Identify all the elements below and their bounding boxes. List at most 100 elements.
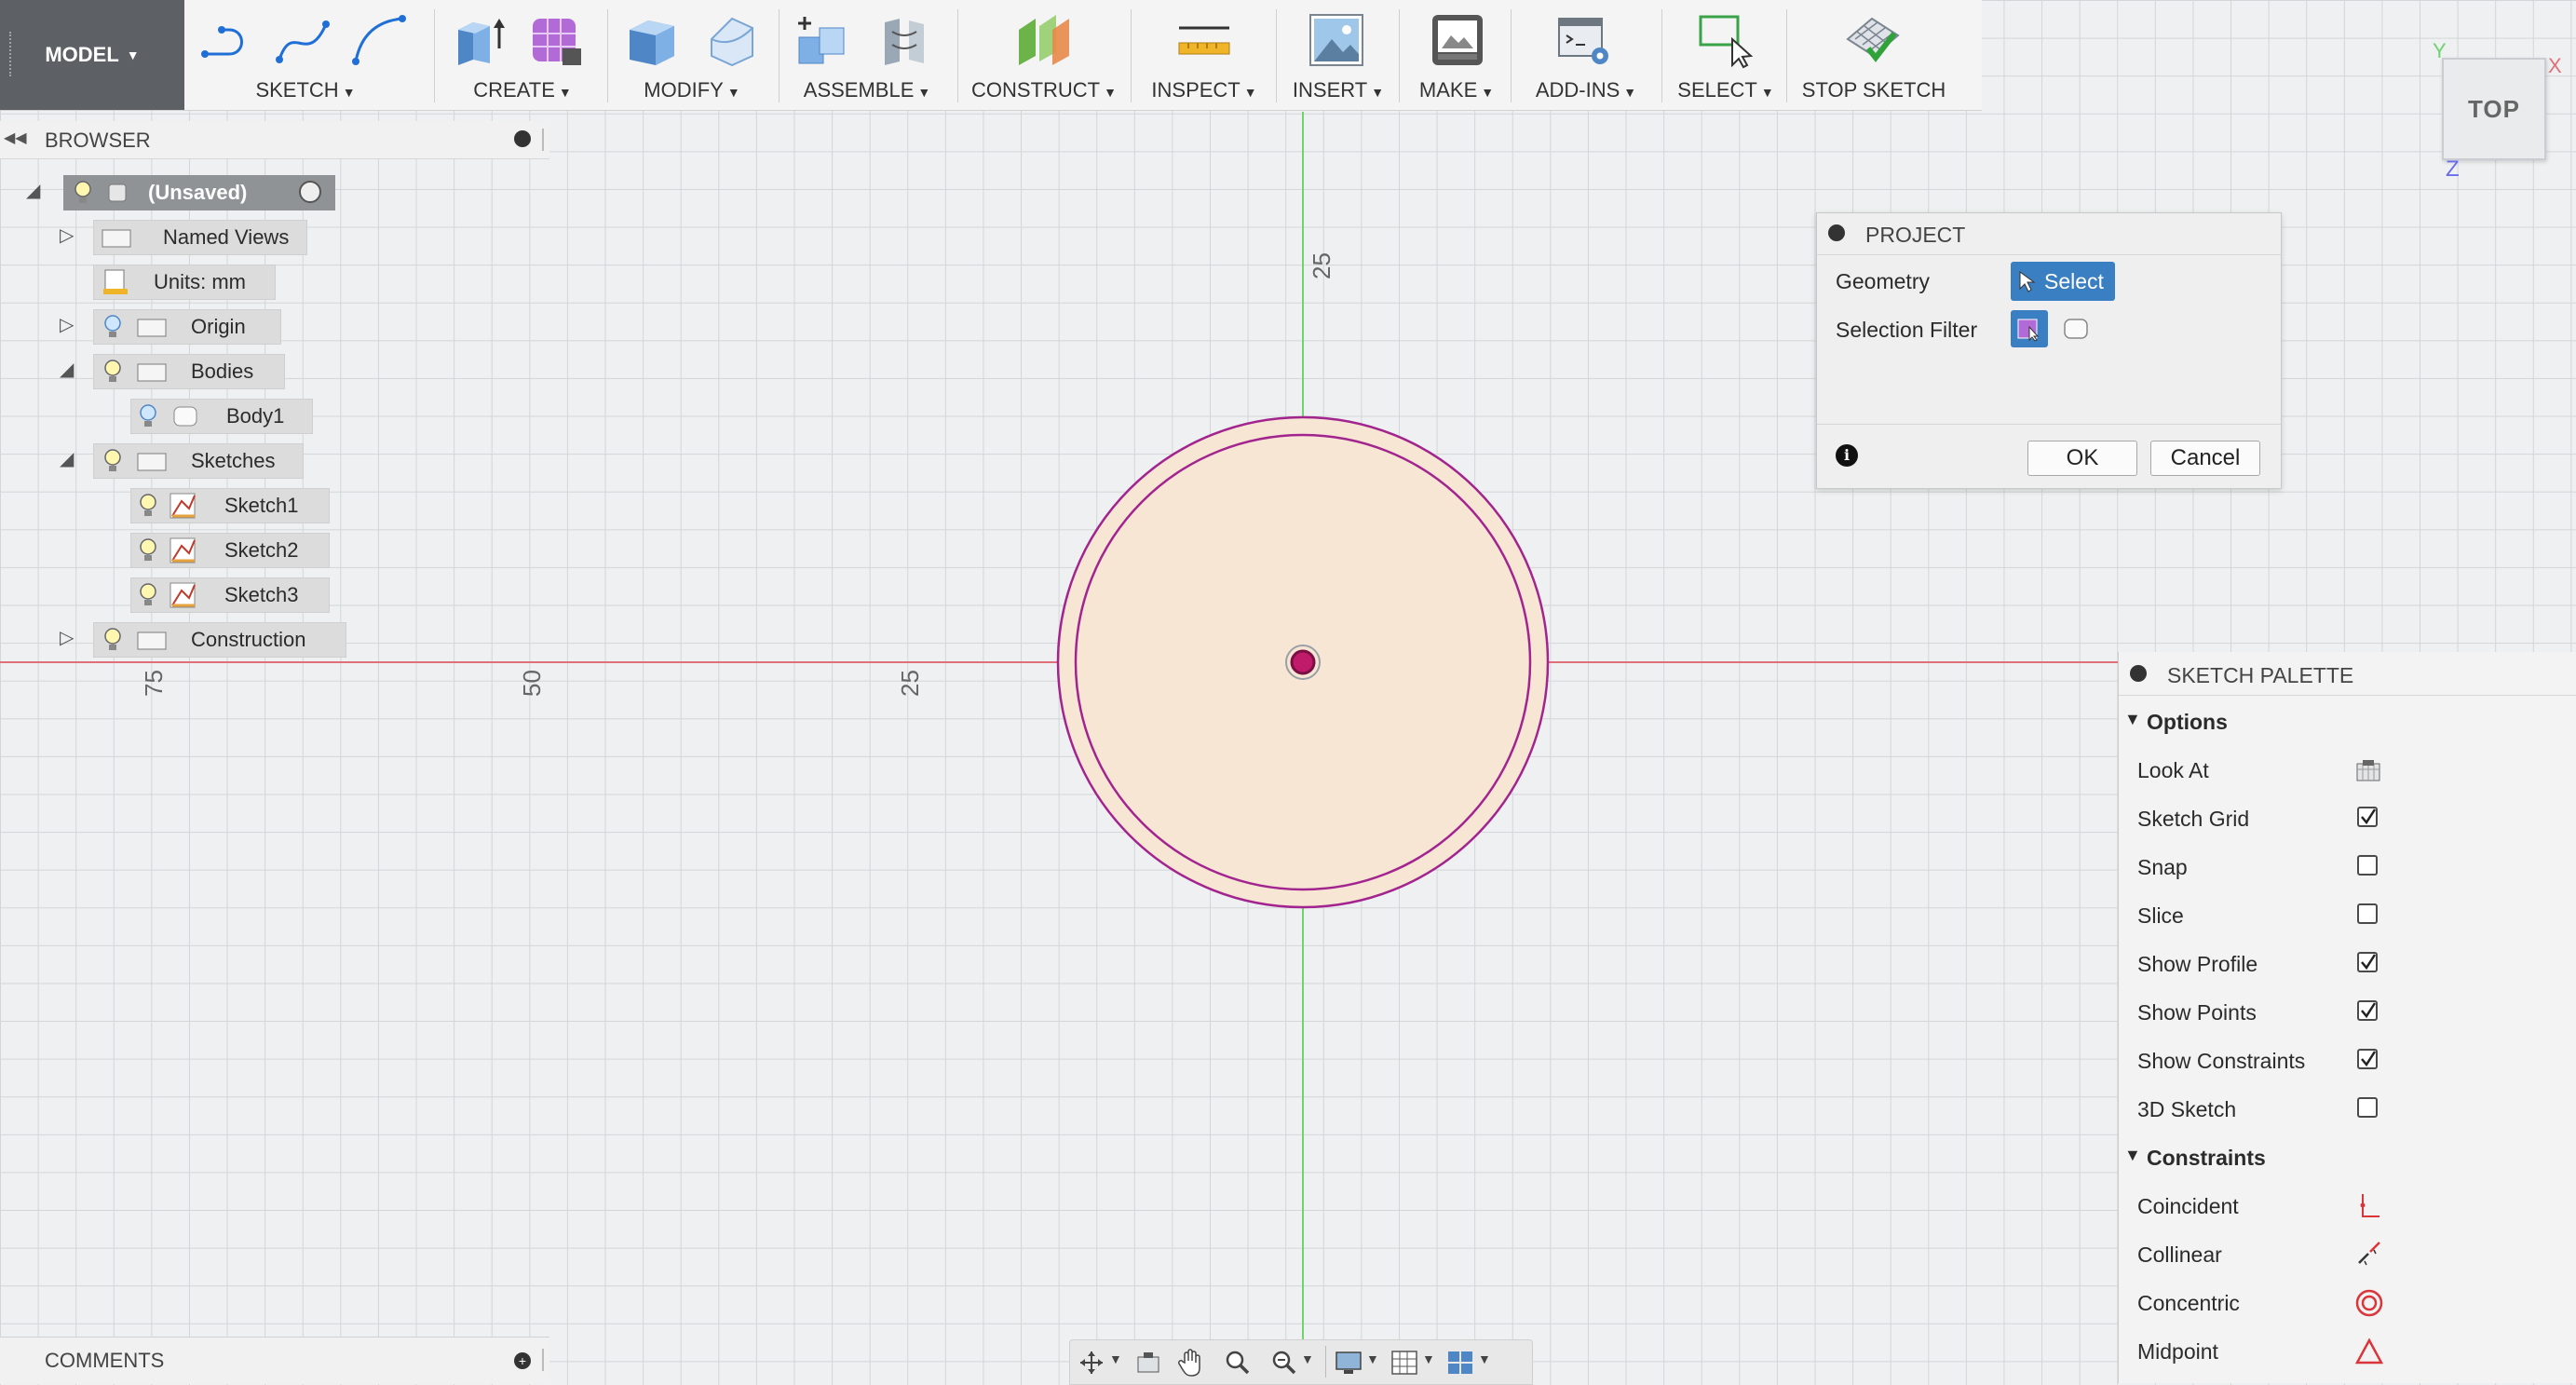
expanded-triangle-icon[interactable]: ◢ xyxy=(26,179,40,202)
option-sketch-grid[interactable]: Sketch Grid xyxy=(2119,794,2576,842)
active-component-radio-icon[interactable] xyxy=(299,181,321,203)
browser-title: BROWSER xyxy=(45,129,151,152)
option-look-at[interactable]: Look At xyxy=(2119,745,2576,794)
collapsed-triangle-icon[interactable]: ▷ xyxy=(60,313,74,336)
chevron-down-icon[interactable]: ▼ xyxy=(1366,1351,1379,1366)
tree-item-label: Named Views xyxy=(163,225,290,249)
navigation-bar: ▼ ▼ ▼ ▼ ▼ xyxy=(1069,1339,1533,1385)
option-show-profile[interactable]: Show Profile xyxy=(2119,939,2576,987)
collapsed-triangle-icon[interactable]: ▷ xyxy=(60,224,74,247)
constraint-concentric[interactable]: Concentric xyxy=(2119,1278,2576,1326)
axis-label: 25 xyxy=(896,670,924,697)
constraint-midpoint[interactable]: Midpoint xyxy=(2119,1326,2576,1375)
browser-options-icon[interactable] xyxy=(514,130,531,147)
option-slice[interactable]: Slice xyxy=(2119,890,2576,939)
visibility-bulb-icon[interactable] xyxy=(137,581,159,609)
slice-checkbox[interactable] xyxy=(2357,903,2378,924)
visibility-bulb-icon[interactable] xyxy=(102,447,124,475)
option-3d-sketch[interactable]: 3D Sketch xyxy=(2119,1084,2576,1133)
display-settings-icon[interactable] xyxy=(1335,1350,1363,1376)
show-points-checkbox[interactable] xyxy=(2357,1000,2378,1021)
collapse-dialog-icon[interactable] xyxy=(1828,224,1845,241)
viewports-icon[interactable] xyxy=(1446,1350,1474,1376)
constraints-section-header[interactable]: ▼ Constraints xyxy=(2119,1133,2576,1181)
option-label: Sketch Grid xyxy=(2137,807,2250,831)
visibility-bulb-icon[interactable] xyxy=(102,626,124,654)
show-profile-checkbox[interactable] xyxy=(2357,952,2378,972)
sketch-icon xyxy=(169,537,196,564)
midpoint-icon[interactable] xyxy=(2355,1337,2383,1365)
panel-splitter[interactable] xyxy=(542,129,544,151)
look-at-icon[interactable] xyxy=(2355,758,2381,782)
visibility-bulb-icon[interactable] xyxy=(137,536,159,564)
tree-item-units[interactable]: Units: mm xyxy=(93,265,276,300)
tree-item-named-views[interactable]: Named Views xyxy=(93,220,307,255)
add-comment-icon[interactable]: + xyxy=(514,1352,531,1369)
cancel-button[interactable]: Cancel xyxy=(2150,441,2260,476)
tree-item-sketches[interactable]: Sketches xyxy=(93,443,304,479)
fit-zoom-icon[interactable] xyxy=(1271,1350,1297,1376)
option-snap[interactable]: Snap xyxy=(2119,842,2576,890)
cursor-arrow-icon xyxy=(2019,271,2036,292)
tree-item-sketch3[interactable]: Sketch3 xyxy=(130,577,330,613)
orbit-icon[interactable] xyxy=(1078,1350,1105,1376)
pan-hand-icon[interactable] xyxy=(1178,1348,1204,1378)
constraint-coincident[interactable]: Coincident xyxy=(2119,1181,2576,1229)
visibility-bulb-icon[interactable] xyxy=(102,313,124,341)
option-label: Snap xyxy=(2137,855,2188,879)
chevron-down-icon[interactable]: ▼ xyxy=(1422,1351,1435,1366)
chevron-down-icon[interactable]: ▼ xyxy=(1478,1351,1491,1366)
option-show-points[interactable]: Show Points xyxy=(2119,987,2576,1036)
tree-root-unsaved[interactable]: (Unsaved) xyxy=(63,175,335,210)
show-constraints-checkbox[interactable] xyxy=(2357,1049,2378,1069)
zoom-icon[interactable] xyxy=(1225,1350,1251,1376)
options-section-header[interactable]: ▼ Options xyxy=(2119,697,2576,745)
visibility-bulb-icon[interactable] xyxy=(137,492,159,520)
select-button-label: Select xyxy=(2044,268,2104,293)
collapse-palette-icon[interactable] xyxy=(2130,665,2147,682)
tree-item-origin[interactable]: Origin xyxy=(93,309,281,345)
concentric-icon[interactable] xyxy=(2355,1289,2383,1317)
snap-checkbox[interactable] xyxy=(2357,855,2378,876)
tree-item-sketch1[interactable]: Sketch1 xyxy=(130,488,330,523)
collapsed-triangle-icon[interactable]: ▷ xyxy=(60,626,74,649)
expanded-triangle-icon[interactable]: ◢ xyxy=(60,447,74,470)
chevron-down-icon[interactable]: ▼ xyxy=(1301,1351,1314,1366)
info-icon[interactable]: i xyxy=(1836,444,1858,467)
constraint-collinear[interactable]: Collinear xyxy=(2119,1229,2576,1278)
3d-sketch-checkbox[interactable] xyxy=(2357,1097,2378,1118)
grid-settings-icon[interactable] xyxy=(1390,1350,1418,1376)
collinear-icon[interactable] xyxy=(2355,1241,2383,1269)
tree-item-construction[interactable]: Construction xyxy=(93,622,346,658)
sketch-origin-point[interactable] xyxy=(1290,649,1316,675)
option-label: Show Points xyxy=(2137,1000,2257,1025)
tree-item-label: Body1 xyxy=(226,404,285,428)
visibility-bulb-icon[interactable] xyxy=(102,358,124,386)
expanded-triangle-icon[interactable]: ◢ xyxy=(60,358,74,381)
chevron-down-icon[interactable]: ▼ xyxy=(1109,1351,1122,1366)
geometry-select-button[interactable]: Select xyxy=(2011,262,2115,301)
visibility-bulb-icon[interactable] xyxy=(137,402,159,430)
constraint-label: Midpoint xyxy=(2137,1339,2218,1364)
tree-item-bodies[interactable]: Bodies xyxy=(93,354,285,389)
look-at-icon[interactable] xyxy=(1135,1350,1161,1376)
view-cube-axis-x: X xyxy=(2548,54,2562,77)
checkmark-icon xyxy=(2361,954,2377,971)
tree-item-body1[interactable]: Body1 xyxy=(130,399,313,434)
filter-bodies-button[interactable] xyxy=(2061,314,2091,344)
comments-panel: COMMENTS + xyxy=(0,1337,549,1384)
dialog-divider xyxy=(1817,424,2281,425)
view-cube[interactable]: TOP xyxy=(2442,58,2546,160)
tree-item-label: Sketch2 xyxy=(224,538,299,562)
option-label: 3D Sketch xyxy=(2137,1097,2237,1121)
filter-specified-entities-button[interactable] xyxy=(2011,310,2048,347)
option-label: Slice xyxy=(2137,903,2184,928)
coincident-icon[interactable] xyxy=(2355,1192,2381,1220)
panel-splitter[interactable] xyxy=(542,1349,544,1371)
visibility-bulb-icon[interactable] xyxy=(72,179,94,207)
collapse-panel-icon[interactable]: ◀◀ xyxy=(4,129,27,147)
option-show-constraints[interactable]: Show Constraints xyxy=(2119,1036,2576,1084)
ok-button[interactable]: OK xyxy=(2027,441,2137,476)
tree-item-sketch2[interactable]: Sketch2 xyxy=(130,533,330,568)
sketch-grid-checkbox[interactable] xyxy=(2357,807,2378,827)
